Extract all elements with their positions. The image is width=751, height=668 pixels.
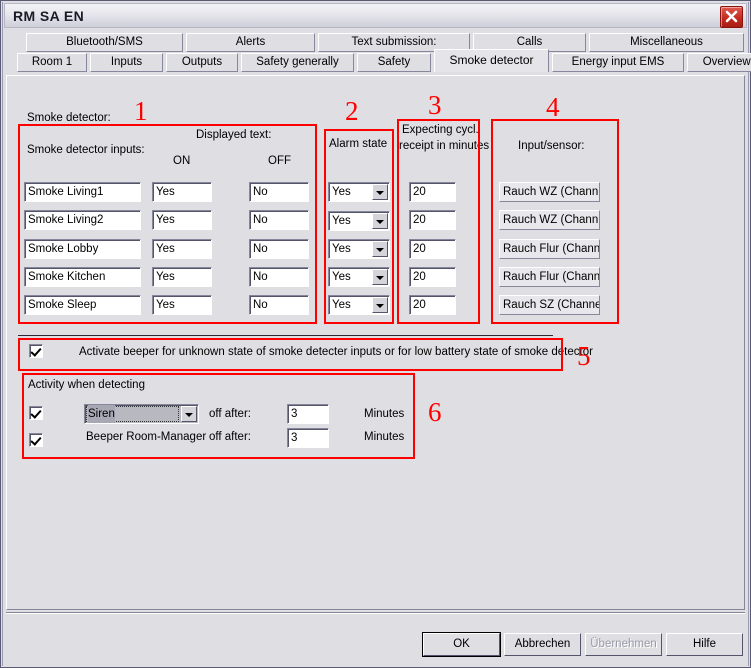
activity-siren-off-after-label: off after: (209, 408, 251, 420)
chevron-down-icon[interactable] (372, 297, 388, 313)
activate-beeper-checkbox[interactable] (29, 344, 43, 358)
smoke-input-on-2[interactable]: Yes (152, 210, 212, 230)
chevron-down-icon[interactable] (372, 184, 388, 200)
smoke-input-name-1[interactable]: Smoke Living1 (24, 182, 141, 202)
tab-strip: Bluetooth/SMS Alerts Text submission: Ca… (6, 33, 751, 77)
activity-siren-combo[interactable]: Siren (84, 404, 199, 424)
window-frame-bevel-right (748, 2, 749, 666)
chevron-down-icon[interactable] (372, 269, 388, 285)
smoke-input-name-4[interactable]: Smoke Kitchen (24, 267, 141, 287)
close-button[interactable] (720, 6, 743, 28)
tab-alerts[interactable]: Alerts (186, 33, 315, 52)
bottom-divider (6, 612, 745, 614)
smoke-input-on-3[interactable]: Yes (152, 239, 212, 259)
alarm-state-value-2: Yes (332, 215, 351, 227)
alarm-state-combo-3[interactable]: Yes (328, 239, 390, 259)
tab-outputs[interactable]: Outputs (166, 53, 238, 72)
cancel-button[interactable]: Abbrechen (504, 633, 581, 656)
tab-safety-generally[interactable]: Safety generally (241, 53, 354, 72)
chevron-down-icon[interactable] (181, 406, 197, 422)
activity-beeper-checkbox[interactable] (29, 433, 43, 447)
tab-miscellaneous[interactable]: Miscellaneous (589, 33, 744, 52)
alarm-state-value-5: Yes (332, 299, 351, 311)
window-title: RM SA EN (13, 8, 85, 24)
alarm-state-combo-4[interactable]: Yes (328, 267, 390, 287)
activity-siren-minutes-input[interactable]: 3 (287, 404, 329, 424)
cyclical-receipt-input-2[interactable]: 20 (409, 210, 456, 230)
input-sensor-button-3[interactable]: Rauch Flur (Channe (499, 239, 600, 259)
smoke-input-name-5[interactable]: Smoke Sleep (24, 295, 141, 315)
smoke-input-off-4[interactable]: No (249, 267, 309, 287)
activity-beeper-label: Beeper Room-Manager (86, 431, 207, 443)
close-icon (725, 10, 738, 23)
activity-beeper-minutes-label: Minutes (364, 431, 405, 443)
title-bar: RM SA EN (4, 3, 747, 28)
displayed-text-heading: Displayed text: (196, 129, 272, 141)
smoke-input-on-5[interactable]: Yes (152, 295, 212, 315)
smoke-detector-inputs-heading: Smoke detector inputs: (27, 144, 145, 156)
apply-button: Übernehmen (585, 633, 662, 656)
chevron-down-icon[interactable] (372, 213, 388, 229)
tab-bluetooth-sms[interactable]: Bluetooth/SMS (26, 33, 183, 52)
activity-when-detecting-legend: Activity when detecting (28, 379, 145, 391)
help-button[interactable]: Hilfe (666, 633, 743, 656)
alarm-state-combo-1[interactable]: Yes (328, 182, 390, 202)
smoke-input-off-3[interactable]: No (249, 239, 309, 259)
alarm-state-value-3: Yes (332, 243, 351, 255)
alarm-state-combo-5[interactable]: Yes (328, 295, 390, 315)
cyclical-receipt-input-5[interactable]: 20 (409, 295, 456, 315)
cyclical-receipt-heading-line2: receipt in minutes (399, 140, 490, 152)
smoke-input-off-5[interactable]: No (249, 295, 309, 315)
window-frame-bevel-left (2, 2, 3, 666)
cyclical-receipt-input-4[interactable]: 20 (409, 267, 456, 287)
chevron-down-icon[interactable] (372, 241, 388, 257)
section-divider (18, 335, 553, 336)
activity-beeper-minutes-input[interactable]: 3 (287, 428, 329, 448)
alarm-state-value-1: Yes (332, 186, 351, 198)
smoke-input-off-2[interactable]: No (249, 210, 309, 230)
page-title: Smoke detector: (27, 112, 111, 124)
input-sensor-heading: Input/sensor: (518, 140, 585, 152)
activity-siren-minutes-label: Minutes (364, 408, 405, 420)
activity-siren-checkbox[interactable] (29, 406, 43, 420)
alarm-state-value-4: Yes (332, 271, 351, 283)
input-sensor-button-1[interactable]: Rauch WZ (Chann (499, 182, 600, 202)
smoke-input-name-2[interactable]: Smoke Living2 (24, 210, 141, 230)
input-sensor-button-2[interactable]: Rauch WZ (Chann (499, 210, 600, 230)
smoke-input-name-3[interactable]: Smoke Lobby (24, 239, 141, 259)
cyclical-receipt-input-3[interactable]: 20 (409, 239, 456, 259)
alarm-state-combo-2[interactable]: Yes (328, 211, 390, 231)
tab-smoke-detector[interactable]: Smoke detector (434, 49, 549, 72)
input-sensor-button-4[interactable]: Rauch Flur (Channe (499, 267, 600, 287)
cyclical-receipt-heading-line1: Expecting cycl. (402, 124, 479, 136)
smoke-input-off-1[interactable]: No (249, 182, 309, 202)
tab-overview-energy[interactable]: Overview Energy (687, 53, 751, 72)
tab-inputs[interactable]: Inputs (90, 53, 163, 72)
ok-button[interactable]: OK (422, 632, 501, 657)
on-column-header: ON (173, 155, 191, 167)
off-column-header: OFF (268, 155, 291, 167)
smoke-input-on-1[interactable]: Yes (152, 182, 212, 202)
tab-safety[interactable]: Safety (357, 53, 431, 72)
smoke-input-on-4[interactable]: Yes (152, 267, 212, 287)
tab-energy-input-ems[interactable]: Energy input EMS (552, 53, 684, 72)
activity-siren-value: Siren (88, 405, 115, 423)
activate-beeper-label: Activate beeper for unknown state of smo… (79, 346, 593, 358)
activity-beeper-off-after-label: off after: (209, 431, 251, 443)
application-window: RM SA EN Bluetooth/SMS Alerts Text submi… (0, 0, 751, 668)
input-sensor-button-5[interactable]: Rauch SZ (Channel (499, 295, 600, 315)
tab-room-1[interactable]: Room 1 (17, 53, 87, 72)
alarm-state-heading: Alarm state (329, 138, 388, 150)
cyclical-receipt-input-1[interactable]: 20 (409, 182, 456, 202)
